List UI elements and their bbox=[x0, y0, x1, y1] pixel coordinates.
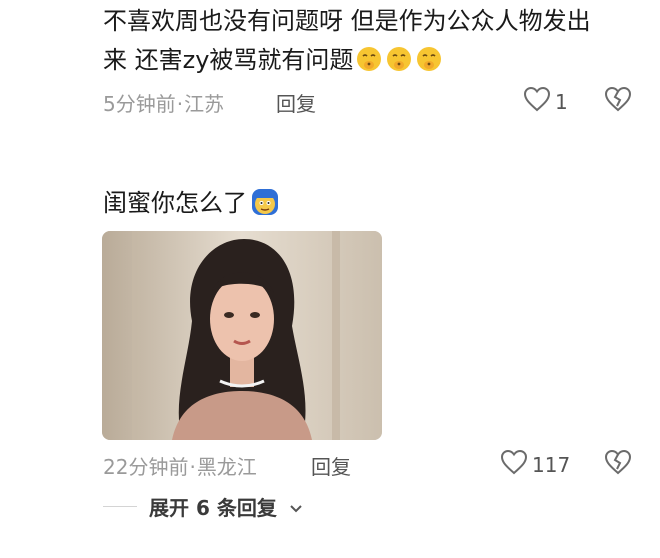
comment-1-location: 江苏 bbox=[184, 92, 225, 116]
comment-2-time: 22分钟前 bbox=[103, 455, 189, 479]
comment-1-text: 不喜欢周也没有问题呀 但是作为公众人物发出 bbox=[103, 7, 591, 35]
broken-heart-icon bbox=[604, 86, 632, 116]
comment-1-time: 5分钟前 bbox=[103, 92, 176, 116]
comment-1-like-button[interactable]: 1 bbox=[523, 86, 568, 117]
comment-1-dislike-button[interactable] bbox=[604, 86, 632, 116]
portrait-photo-image bbox=[102, 231, 382, 440]
shh-face-emoji-icon bbox=[385, 45, 413, 73]
comment-1-reply-button[interactable]: 回复 bbox=[276, 88, 316, 117]
comment-2-like-button[interactable]: 117 bbox=[500, 449, 570, 480]
shh-face-emoji-icon bbox=[355, 45, 383, 73]
heart-icon bbox=[523, 86, 551, 117]
heart-icon bbox=[500, 449, 528, 480]
comment-1-text-continued: 来 还害zy被骂就有问题 bbox=[103, 46, 354, 74]
expand-replies-button[interactable]: 展开 6 条回复 bbox=[103, 492, 303, 521]
shh-face-emoji-icon bbox=[415, 45, 443, 73]
pixel-face-emoji-icon bbox=[249, 186, 281, 218]
comment-1-text-line-1: 不喜欢周也没有问题呀 但是作为公众人物发出 bbox=[103, 2, 591, 40]
comment-1-text-line-2: 来 还害zy被骂就有问题 bbox=[103, 41, 443, 79]
broken-heart-icon bbox=[604, 449, 632, 479]
comment-2-meta: 22分钟前·黑龙江 bbox=[103, 455, 257, 479]
comment-2-reply-button[interactable]: 回复 bbox=[311, 451, 351, 480]
comment-2-location: 黑龙江 bbox=[196, 455, 257, 479]
comment-2-text-line: 闺蜜你怎么了 bbox=[103, 184, 281, 222]
comment-2-dislike-button[interactable] bbox=[604, 449, 632, 479]
comment-2-like-count: 117 bbox=[532, 452, 571, 477]
comment-2-text: 闺蜜你怎么了 bbox=[103, 189, 247, 217]
comment-1-meta: 5分钟前·江苏 bbox=[103, 92, 225, 116]
chevron-down-icon bbox=[289, 495, 303, 519]
comment-2-photo[interactable] bbox=[102, 231, 382, 440]
expand-replies-label: 展开 6 条回复 bbox=[149, 496, 277, 520]
comment-1-like-count: 1 bbox=[555, 89, 568, 114]
divider-line bbox=[103, 506, 137, 507]
